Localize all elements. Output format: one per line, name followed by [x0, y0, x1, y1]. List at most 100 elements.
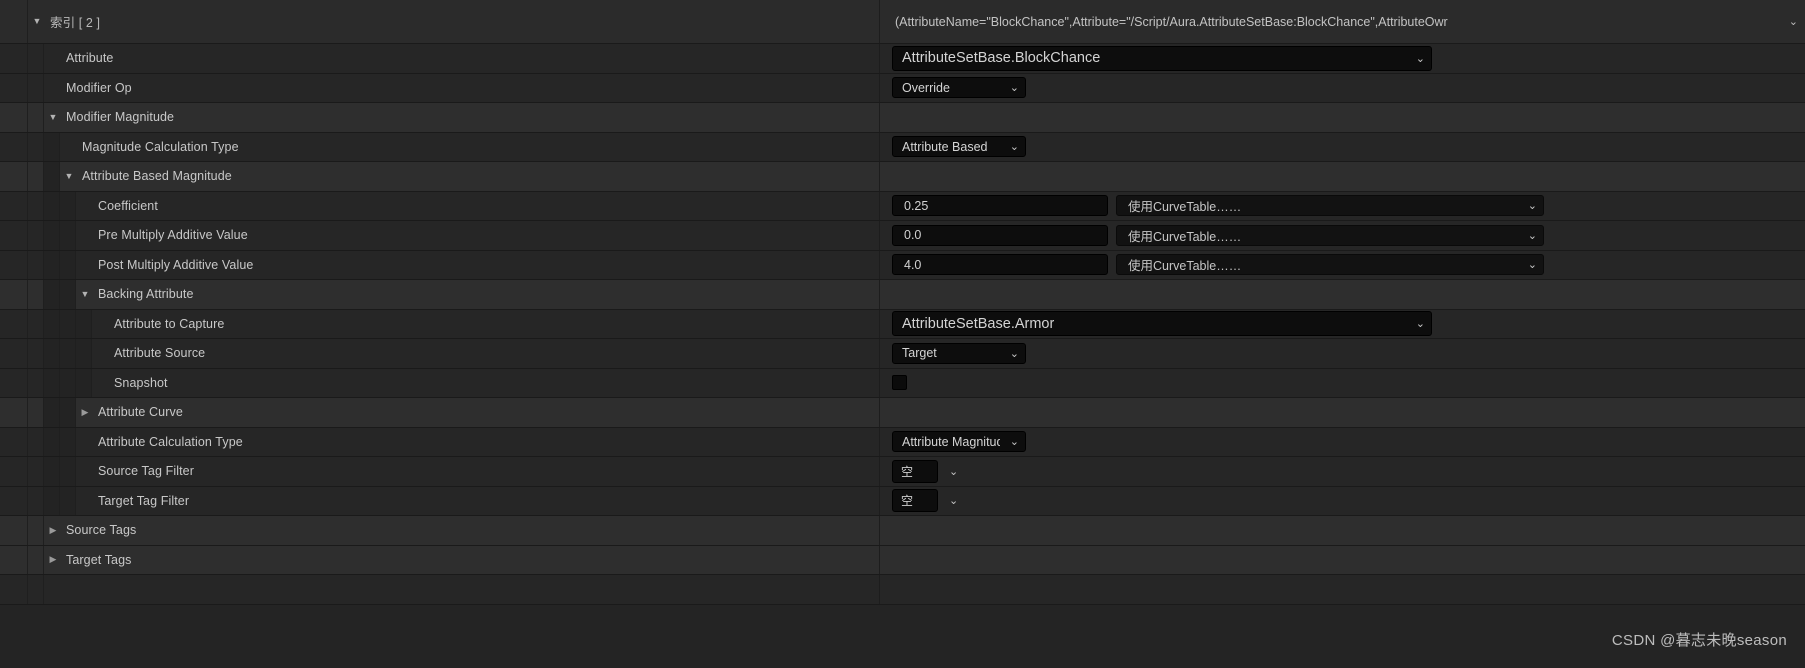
coefficient-input[interactable]: 0.25	[892, 195, 1108, 217]
chevron-down-icon[interactable]: ⌄	[1528, 258, 1537, 271]
indent-rail	[0, 486, 28, 515]
coefficient-curvetable-text: 使用CurveTable……	[1128, 200, 1242, 215]
name-cell-source-tags: ▶ Source Tags	[0, 516, 880, 545]
indent-rail	[44, 250, 60, 279]
expander-triangle-collapsed-icon[interactable]: ▶	[76, 407, 94, 417]
target-tag-filter-box[interactable]: 空	[892, 489, 938, 513]
row-target-tag-filter[interactable]: ▼ Target Tag Filter 空 ⌄	[0, 486, 1805, 516]
indent-rail	[28, 44, 44, 73]
row-attribute-source[interactable]: ▼ Attribute Source Target ⌄	[0, 339, 1805, 369]
row-attribute-to-capture[interactable]: ▼ Attribute to Capture AttributeSetBase.…	[0, 309, 1805, 339]
chevron-down-icon[interactable]: ⌄	[1416, 52, 1425, 65]
attribute-combo-text: AttributeSetBase.BlockChance	[902, 50, 1101, 67]
name-cell-magnitude-calculation-type: ▼ Magnitude Calculation Type	[0, 132, 880, 161]
expander-placeholder-icon: ▼	[60, 142, 78, 151]
label-coefficient: Coefficient	[98, 198, 158, 213]
chevron-down-icon[interactable]: ⌄	[949, 494, 958, 507]
name-cell-attribute-based-magnitude: ▼ Attribute Based Magnitude	[0, 162, 880, 191]
label-attribute-curve: Attribute Curve	[98, 405, 183, 420]
expander-triangle-collapsed-icon[interactable]: ▶	[44, 555, 62, 564]
chevron-down-icon[interactable]: ⌄	[1010, 347, 1019, 360]
row-pre-multiply-additive-value[interactable]: ▼ Pre Multiply Additive Value 0.0 使用Curv…	[0, 221, 1805, 251]
label-source-tag-filter: Source Tag Filter	[98, 464, 194, 479]
attribute-source-combo[interactable]: Target ⌄	[892, 342, 1026, 364]
row-snapshot[interactable]: ▼ Snapshot	[0, 368, 1805, 398]
value-cell-modifier-op: Override ⌄	[880, 74, 1805, 103]
pre-multiply-curvetable-text: 使用CurveTable……	[1128, 229, 1242, 244]
indent-rail	[28, 191, 44, 220]
name-cell-modifier-magnitude: ▼ Modifier Magnitude	[0, 103, 880, 132]
label-target-tags: Target Tags	[66, 552, 132, 567]
expander-triangle-icon[interactable]: ▼	[44, 112, 62, 122]
post-multiply-curvetable-combo[interactable]: 使用CurveTable…… ⌄	[1116, 254, 1544, 276]
row-target-tags[interactable]: ▶ Target Tags	[0, 545, 1805, 575]
pre-multiply-curvetable-combo[interactable]: 使用CurveTable…… ⌄	[1116, 224, 1544, 246]
chevron-down-icon[interactable]: ⌄	[949, 465, 958, 478]
source-tag-filter-widget[interactable]: 空 ⌄	[892, 459, 958, 483]
row-magnitude-calculation-type[interactable]: ▼ Magnitude Calculation Type Attribute B…	[0, 132, 1805, 162]
row-attribute-based-magnitude[interactable]: ▼ Attribute Based Magnitude	[0, 162, 1805, 192]
array-index-row[interactable]: ▼ 索引 [ 2 ] (AttributeName="BlockChance",…	[0, 0, 1805, 44]
attribute-combo[interactable]: AttributeSetBase.BlockChance ⌄	[892, 45, 1432, 71]
modifier-op-combo[interactable]: Override ⌄	[892, 77, 1026, 99]
indent-rail	[28, 398, 44, 427]
row-post-multiply-additive-value[interactable]: ▼ Post Multiply Additive Value 4.0 使用Cur…	[0, 250, 1805, 280]
coefficient-curvetable-combo[interactable]: 使用CurveTable…… ⌄	[1116, 195, 1544, 217]
indent-rail	[28, 575, 44, 604]
expander-placeholder-icon: ▼	[44, 54, 62, 63]
value-cell-attribute-to-capture: AttributeSetBase.Armor ⌄	[880, 310, 1805, 339]
chevron-down-icon[interactable]: ⌄	[1528, 199, 1537, 212]
modifier-op-combo-text: Override	[902, 80, 950, 95]
name-cell-pre-multiply-additive-value: ▼ Pre Multiply Additive Value	[0, 221, 880, 250]
row-backing-attribute[interactable]: ▼ Backing Attribute	[0, 280, 1805, 310]
indent-rail	[44, 280, 60, 309]
chevron-down-icon[interactable]: ⌄	[1010, 81, 1019, 94]
array-index-struct-text: (AttributeName="BlockChance",Attribute="…	[895, 14, 1448, 29]
indent-rail	[28, 486, 44, 515]
indent-rail	[28, 516, 44, 545]
name-cell-filler	[0, 575, 880, 604]
row-modifier-magnitude[interactable]: ▼ Modifier Magnitude	[0, 103, 1805, 133]
expander-placeholder-icon: ▼	[76, 437, 94, 446]
target-tag-filter-widget[interactable]: 空 ⌄	[892, 489, 958, 513]
name-cell-target-tag-filter: ▼ Target Tag Filter	[0, 486, 880, 515]
details-panel: ▼ 索引 [ 2 ] (AttributeName="BlockChance",…	[0, 0, 1805, 668]
row-attribute-curve[interactable]: ▶ Attribute Curve	[0, 398, 1805, 428]
chevron-down-icon[interactable]: ⌄	[1416, 317, 1425, 330]
value-cell-attribute: AttributeSetBase.BlockChance ⌄	[880, 44, 1805, 73]
chevron-down-icon[interactable]: ⌄	[1789, 15, 1798, 28]
chevron-down-icon[interactable]: ⌄	[1010, 140, 1019, 153]
row-modifier-op[interactable]: ▼ Modifier Op Override ⌄	[0, 73, 1805, 103]
row-attribute-calculation-type[interactable]: ▼ Attribute Calculation Type Attribute M…	[0, 427, 1805, 457]
expander-triangle-icon[interactable]: ▼	[76, 289, 94, 299]
indent-rail	[60, 250, 76, 279]
row-source-tags[interactable]: ▶ Source Tags	[0, 516, 1805, 546]
expander-triangle-collapsed-icon[interactable]: ▶	[44, 525, 62, 535]
pre-multiply-additive-value-input[interactable]: 0.0	[892, 224, 1108, 246]
chevron-down-icon[interactable]: ⌄	[1010, 435, 1019, 448]
target-tag-filter-value: 空	[901, 494, 914, 509]
indent-rail	[60, 457, 76, 486]
row-attribute[interactable]: ▼ Attribute AttributeSetBase.BlockChance…	[0, 44, 1805, 74]
post-multiply-additive-value-input[interactable]: 4.0	[892, 254, 1108, 276]
expander-triangle-icon[interactable]: ▼	[60, 171, 78, 181]
indent-rail	[44, 427, 60, 456]
expander-triangle-icon[interactable]: ▼	[28, 17, 46, 26]
row-coefficient[interactable]: ▼ Coefficient 0.25 使用CurveTable…… ⌄	[0, 191, 1805, 221]
array-index-struct-combo[interactable]: (AttributeName="BlockChance",Attribute="…	[887, 11, 1805, 32]
indent-rail	[60, 309, 76, 338]
value-cell-source-tags	[880, 516, 1805, 545]
label-target-tag-filter: Target Tag Filter	[98, 493, 190, 508]
expander-placeholder-icon: ▼	[92, 349, 110, 358]
value-cell-attribute-curve	[880, 398, 1805, 427]
snapshot-checkbox[interactable]	[892, 375, 907, 391]
expander-placeholder-icon: ▼	[44, 83, 62, 92]
magnitude-calculation-type-combo[interactable]: Attribute Based ⌄	[892, 136, 1026, 158]
value-cell-snapshot	[880, 369, 1805, 398]
source-tag-filter-box[interactable]: 空	[892, 459, 938, 483]
attribute-to-capture-combo[interactable]: AttributeSetBase.Armor ⌄	[892, 311, 1432, 337]
indent-rail	[28, 280, 44, 309]
attribute-calculation-type-combo[interactable]: Attribute Magnitude ⌄	[892, 431, 1026, 453]
row-source-tag-filter[interactable]: ▼ Source Tag Filter 空 ⌄	[0, 457, 1805, 487]
chevron-down-icon[interactable]: ⌄	[1528, 229, 1537, 242]
